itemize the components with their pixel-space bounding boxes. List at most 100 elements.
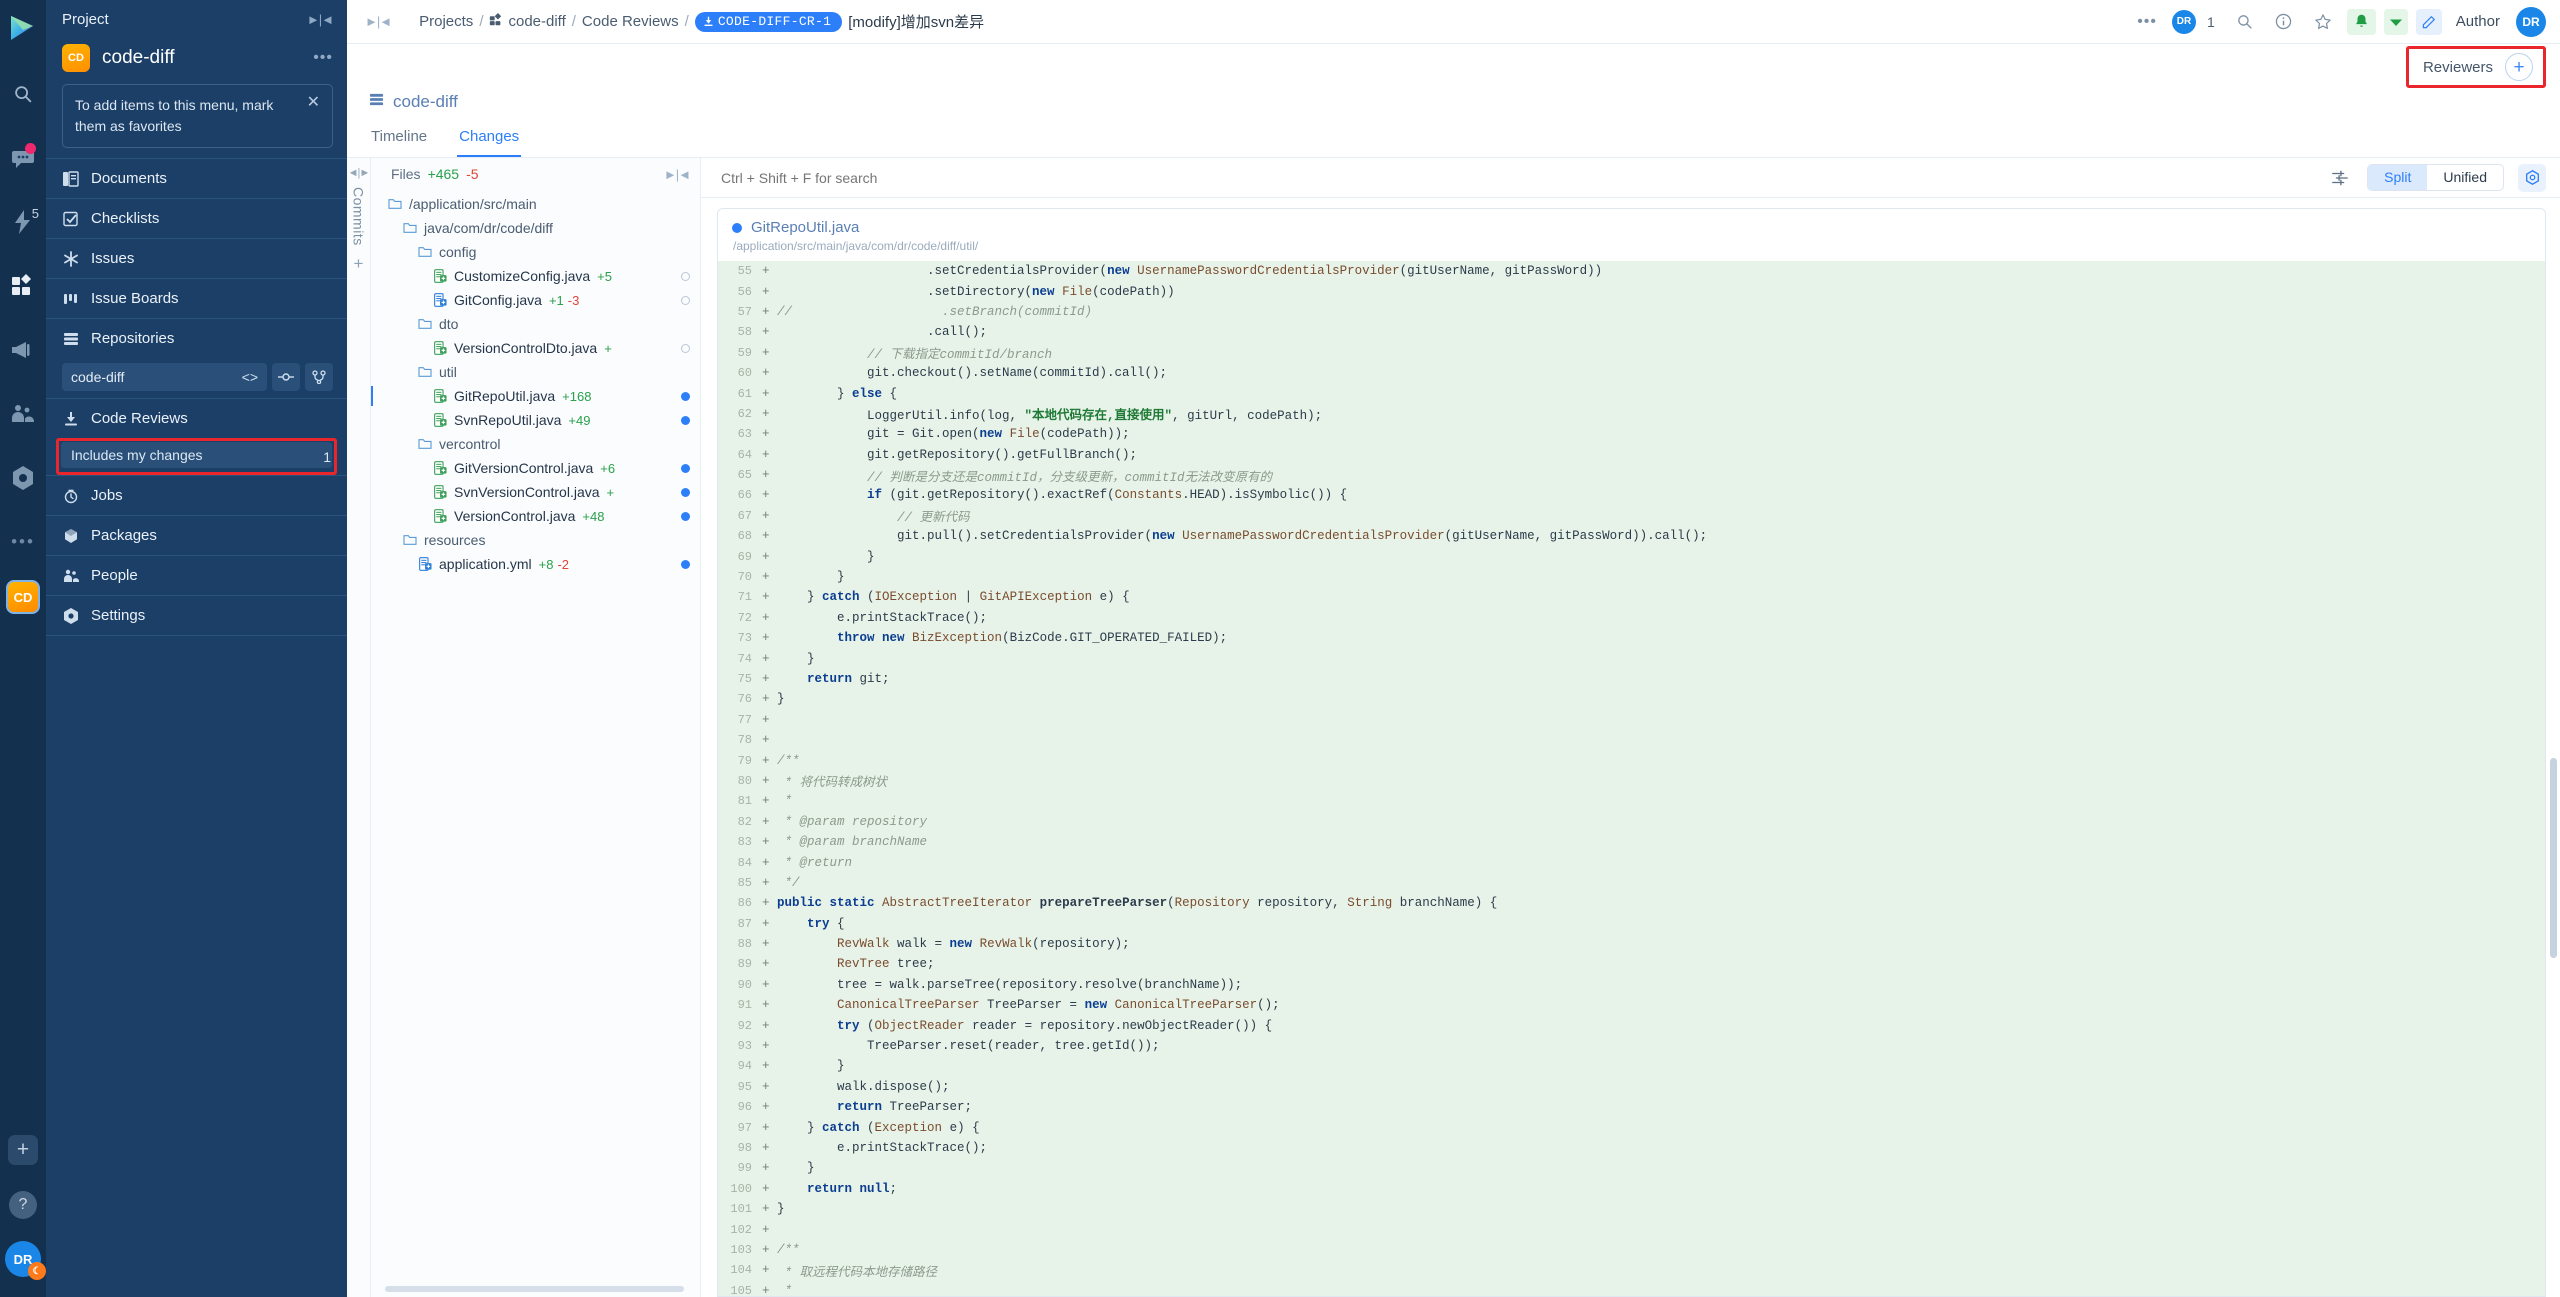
view-mode-split[interactable]: Split: [2368, 165, 2428, 190]
diff-filter-icon[interactable]: [2323, 169, 2357, 187]
file-tree-file-row[interactable]: SvnVersionControl.java +: [371, 480, 700, 504]
panel-collapse-icon[interactable]: ►|◄: [365, 14, 392, 29]
code-angle-icon[interactable]: <>: [242, 369, 258, 385]
code-review-id-chip[interactable]: CODE-DIFF-CR-1: [694, 11, 843, 32]
diff-line[interactable]: 55 + .setCredentialsProvider(new Username…: [718, 261, 2545, 281]
diff-line[interactable]: 98 + e.printStackTrace();: [718, 1138, 2545, 1158]
breadcrumb-code-reviews[interactable]: Code Reviews: [582, 13, 679, 30]
breadcrumb-project[interactable]: code-diff: [508, 13, 565, 30]
repo-select[interactable]: code-diff <>: [62, 363, 267, 391]
diff-line[interactable]: 104 + * 取远程代码本地存储路径: [718, 1260, 2545, 1280]
code-review-repo-name[interactable]: code-diff: [393, 92, 458, 112]
diff-line[interactable]: 60 + git.checkout().setName(commitId).cal…: [718, 363, 2545, 383]
file-tree-folder-row[interactable]: vercontrol: [371, 432, 700, 456]
unread-dot-icon[interactable]: [681, 463, 690, 473]
diff-line[interactable]: 86 + public static AbstractTreeIterator pr…: [718, 893, 2545, 913]
sidebar-project-row[interactable]: CD code-diff •••: [46, 38, 347, 84]
diff-line[interactable]: 61 + } else {: [718, 383, 2545, 403]
sidebar-item-documents[interactable]: Documents: [46, 158, 347, 198]
subscribe-dropdown-button[interactable]: [2383, 8, 2408, 35]
diff-line[interactable]: 93 + TreeParser.reset(reader, tree.getId(…: [718, 1036, 2545, 1056]
diff-line[interactable]: 99 + }: [718, 1158, 2545, 1178]
close-icon[interactable]: ✕: [307, 95, 320, 111]
edit-button[interactable]: [2415, 8, 2442, 35]
file-tree-collapse-icon[interactable]: ►|◄: [664, 167, 691, 182]
unread-dot-icon[interactable]: [681, 415, 690, 425]
diff-line[interactable]: 77 +: [718, 710, 2545, 730]
file-tree-file-row[interactable]: GitConfig.java +1 -3: [371, 288, 700, 312]
commits-expand-icon[interactable]: ◄|►: [348, 167, 371, 179]
view-mode-unified[interactable]: Unified: [2427, 165, 2503, 190]
commit-icon[interactable]: [272, 363, 300, 391]
rail-user-avatar[interactable]: DR ☾: [5, 1241, 46, 1280]
rail-chat-button[interactable]: [1, 126, 45, 190]
sidebar-collapse-icon[interactable]: ►|◄: [307, 12, 334, 27]
sidebar-filter-includes-my-changes[interactable]: Includes my changes: [61, 442, 332, 468]
diff-line[interactable]: 78 +: [718, 730, 2545, 750]
diff-line[interactable]: 84 + * @return: [718, 852, 2545, 872]
unread-dot-icon[interactable]: [681, 487, 690, 497]
read-dot-icon[interactable]: [681, 295, 690, 305]
diff-line[interactable]: 85 + */: [718, 873, 2545, 893]
diff-line[interactable]: 63 + git = Git.open(new File(codePath));: [718, 424, 2545, 444]
rail-help-button[interactable]: ?: [9, 1191, 37, 1219]
file-tree-file-row[interactable]: VersionControl.java +48: [371, 504, 700, 528]
diff-search-input[interactable]: [721, 169, 2314, 186]
file-tree-folder-row[interactable]: java/com/dr/code/diff: [371, 216, 700, 240]
star-icon[interactable]: [2307, 13, 2339, 31]
diff-line[interactable]: 103 + /**: [718, 1240, 2545, 1260]
sidebar-item-settings[interactable]: Settings: [46, 595, 347, 635]
read-dot-icon[interactable]: [681, 271, 690, 281]
tab-timeline[interactable]: Timeline: [369, 122, 429, 157]
diff-line[interactable]: 70 + }: [718, 567, 2545, 587]
read-dot-icon[interactable]: [681, 343, 690, 353]
diff-line[interactable]: 57 + // .setBranch(commitId): [718, 302, 2545, 322]
diff-line[interactable]: 64 + git.getRepository().getFullBranch();: [718, 445, 2545, 465]
subscribe-bell-button[interactable]: [2346, 8, 2376, 35]
diff-vertical-scrollbar[interactable]: [2550, 758, 2557, 958]
commits-label[interactable]: Commits: [351, 187, 367, 246]
diff-line[interactable]: 65 + // 判断是分支还是commitId，分支级更新，commitId无法改…: [718, 465, 2545, 485]
rail-more-button[interactable]: •••: [1, 510, 45, 574]
search-icon[interactable]: [2229, 13, 2260, 30]
sidebar-item-issue-boards[interactable]: Issue Boards: [46, 278, 347, 318]
diff-line[interactable]: 89 + RevTree tree;: [718, 954, 2545, 974]
diff-line[interactable]: 58 + .call();: [718, 322, 2545, 342]
diff-line[interactable]: 69 + }: [718, 546, 2545, 566]
rail-add-button[interactable]: +: [8, 1135, 38, 1165]
diff-line[interactable]: 95 + walk.dispose();: [718, 1077, 2545, 1097]
unread-dot-icon[interactable]: [681, 391, 690, 401]
file-tree-folder-row[interactable]: util: [371, 360, 700, 384]
unread-dot-icon[interactable]: [681, 559, 690, 569]
diff-line[interactable]: 59 + // 下载指定commitId/branch: [718, 343, 2545, 363]
diff-line[interactable]: 87 + try {: [718, 914, 2545, 934]
sidebar-item-people[interactable]: People: [46, 555, 347, 595]
diff-line[interactable]: 66 + if (git.getRepository().exactRef(Con…: [718, 485, 2545, 505]
add-reviewer-button[interactable]: +: [2505, 53, 2533, 81]
file-tree-file-row[interactable]: application.yml +8 -2: [371, 552, 700, 576]
diff-line[interactable]: 101 +}: [718, 1199, 2545, 1219]
diff-line[interactable]: 74 + }: [718, 648, 2545, 668]
diff-line[interactable]: 67 + // 更新代码: [718, 506, 2545, 526]
rail-activity-button[interactable]: 5: [1, 190, 45, 254]
rail-megaphone-button[interactable]: [1, 318, 45, 382]
diff-settings-gear-icon[interactable]: [2518, 163, 2546, 192]
diff-line[interactable]: 100 + return null;: [718, 1179, 2545, 1199]
diff-line[interactable]: 94 + }: [718, 1056, 2545, 1076]
diff-line[interactable]: 81 + *: [718, 791, 2545, 811]
file-tree-file-row[interactable]: VersionControlDto.java +: [371, 336, 700, 360]
sidebar-item-jobs[interactable]: Jobs: [46, 475, 347, 515]
diff-line[interactable]: 83 + * @param branchName: [718, 832, 2545, 852]
diff-line[interactable]: 90 + tree = walk.parseTree(repository.res…: [718, 975, 2545, 995]
diff-line[interactable]: 62 + LoggerUtil.info(log, "本地代码存在,直接使用", …: [718, 404, 2545, 424]
diff-line[interactable]: 56 + .setDirectory(new File(codePath)): [718, 281, 2545, 301]
sidebar-item-code-reviews[interactable]: Code Reviews: [46, 398, 347, 438]
diff-line[interactable]: 72 + e.printStackTrace();: [718, 608, 2545, 628]
sidebar-item-checklists[interactable]: Checklists: [46, 198, 347, 238]
rail-settings-button[interactable]: [1, 446, 45, 510]
sidebar-item-repositories[interactable]: Repositories: [46, 318, 347, 358]
rail-project-badge[interactable]: CD: [6, 580, 40, 614]
diff-line[interactable]: 88 + RevWalk walk = new RevWalk(repositor…: [718, 934, 2545, 954]
sidebar-item-issues[interactable]: Issues: [46, 238, 347, 278]
file-tree-file-row[interactable]: SvnRepoUtil.java +49: [371, 408, 700, 432]
